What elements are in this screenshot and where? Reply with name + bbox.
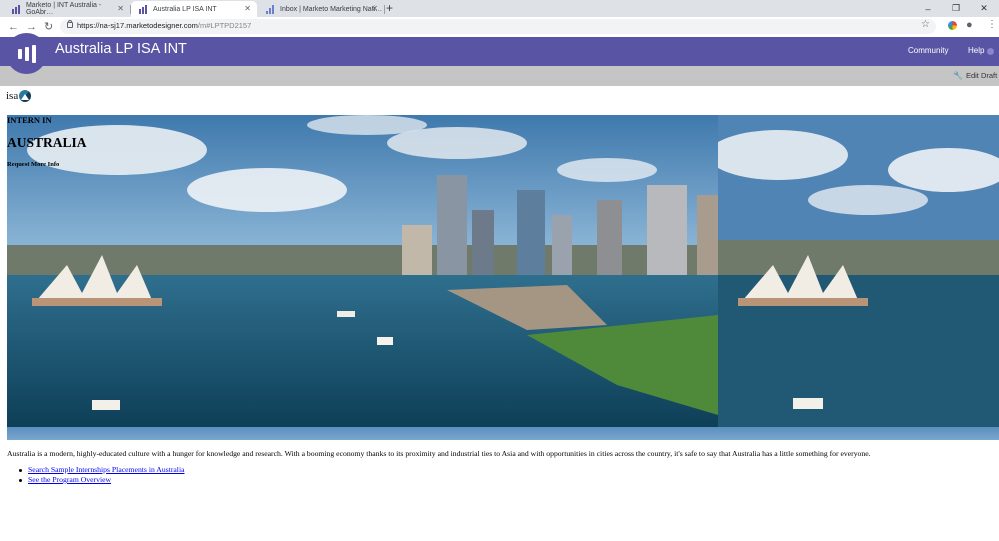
close-tab-icon[interactable]: ✕ <box>244 4 251 13</box>
marketo-logo-icon[interactable] <box>6 33 47 74</box>
tab-title: Inbox | Marketo Marketing Nati… <box>280 5 383 13</box>
url-path: /m#LPTPD2157 <box>197 21 252 30</box>
program-overview-link[interactable]: See the Program Overview <box>28 475 111 484</box>
list-item: Search Sample Internships Placements in … <box>18 465 185 475</box>
back-button[interactable]: ← <box>8 20 19 34</box>
new-tab-button[interactable]: + <box>386 2 393 14</box>
hero-bottom-band <box>7 427 999 440</box>
lock-icon <box>67 20 73 28</box>
close-tab-icon[interactable]: ✕ <box>117 4 124 13</box>
search-internships-link[interactable]: Search Sample Internships Placements in … <box>28 465 185 474</box>
hero-image <box>7 115 999 440</box>
close-tab-icon[interactable]: ✕ <box>371 4 378 13</box>
marketo-favicon-icon <box>12 4 21 14</box>
signal-favicon-icon <box>266 4 275 14</box>
reload-button[interactable]: ↻ <box>44 20 53 34</box>
close-window-button[interactable]: ✕ <box>970 0 998 17</box>
hero-kicker: INTERN IN <box>7 115 52 125</box>
url-host: https://na-sj17.marketodesigner.com <box>77 21 198 30</box>
hero-photo-main <box>7 115 718 427</box>
address-bar[interactable]: https://na-sj17.marketodesigner.com/m#LP… <box>60 19 936 34</box>
restore-button[interactable]: ❐ <box>942 0 970 17</box>
edit-draft-button[interactable]: 🔧 Edit Draft <box>953 71 997 80</box>
isa-mountain-icon <box>19 90 32 102</box>
url-text: https://na-sj17.marketodesigner.com/m#LP… <box>77 21 251 30</box>
extension-icon[interactable] <box>948 21 957 30</box>
hero-heading: AUSTRALIA <box>7 135 87 150</box>
browser-tab[interactable]: Marketo | INT Australia - GoAbr… ✕ <box>4 1 131 17</box>
editor-toolbar <box>0 66 999 86</box>
menu-kebab-icon[interactable]: ⋮ <box>987 19 997 30</box>
intro-paragraph: Australia is a modern, highly-educated c… <box>7 449 871 458</box>
help-link[interactable]: Help <box>968 46 984 55</box>
wrench-icon: 🔧 <box>953 71 963 80</box>
browser-toolbar: ← → ↻ https://na-sj17.marketodesigner.co… <box>0 17 999 38</box>
browser-tab[interactable]: Inbox | Marketo Marketing Nati… ✕ <box>258 1 385 17</box>
community-link[interactable]: Community <box>908 46 948 55</box>
browser-tab-active[interactable]: Australia LP ISA INT ✕ <box>131 1 257 17</box>
list-item: See the Program Overview <box>18 475 185 485</box>
minimize-button[interactable]: – <box>914 0 942 17</box>
forward-button[interactable]: → <box>26 20 37 34</box>
browser-tab-strip: Marketo | INT Australia - GoAbr… ✕ Austr… <box>0 0 999 17</box>
request-info-link[interactable]: Request More Info <box>7 161 59 168</box>
bookmark-star-icon[interactable]: ☆ <box>921 19 930 30</box>
page-title: Australia LP ISA INT <box>55 41 187 57</box>
isa-logo-text: isa <box>6 90 19 102</box>
help-indicator-icon <box>987 48 994 55</box>
tab-title: Australia LP ISA INT <box>153 5 217 13</box>
profile-avatar-icon[interactable]: ● <box>966 19 973 31</box>
isa-logo: isa <box>6 90 32 102</box>
hero-photo-tile <box>718 115 999 427</box>
tab-separator <box>384 5 385 14</box>
link-list: Search Sample Internships Placements in … <box>18 465 185 485</box>
edit-draft-label: Edit Draft <box>965 71 998 80</box>
marketo-favicon-icon <box>139 4 148 14</box>
tab-title: Marketo | INT Australia - GoAbr… <box>25 2 102 16</box>
